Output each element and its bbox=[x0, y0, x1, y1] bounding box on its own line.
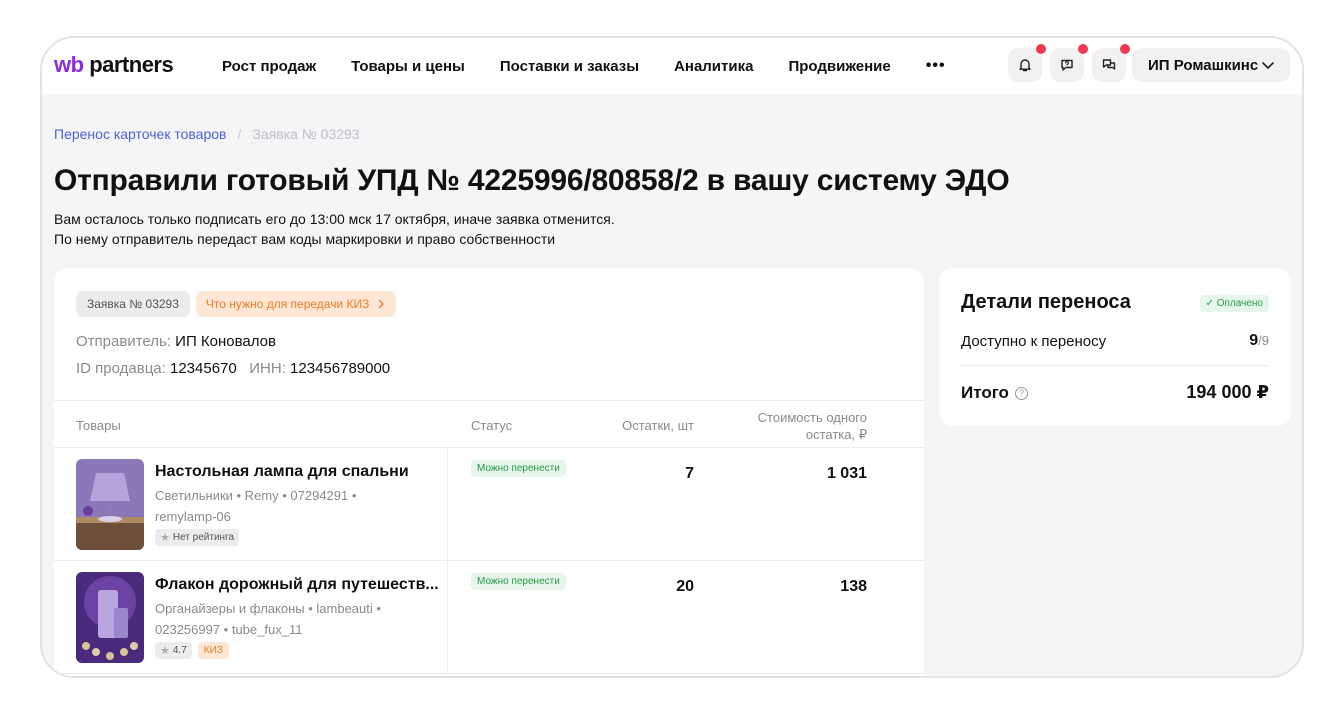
total-label-wrap: Итого? bbox=[961, 383, 1028, 403]
total-value: 194 000 ₽ bbox=[1186, 382, 1269, 402]
star-icon: ★ bbox=[160, 532, 170, 544]
account-switcher[interactable]: ИП Ромашкинс bbox=[1132, 48, 1290, 82]
seller-id-value: 12345670 bbox=[169, 360, 237, 377]
page-title: Отправили готовый УПД № 4225996/80858/2 … bbox=[54, 164, 1010, 197]
main-nav: Рост продаж Товары и цены Поставки и зак… bbox=[222, 38, 946, 94]
seller-id-label: ID продавца: bbox=[76, 360, 166, 377]
breadcrumb-separator: / bbox=[237, 126, 242, 142]
kiz-badge: КИЗ bbox=[197, 642, 229, 659]
status-badge: Можно перенести bbox=[471, 460, 566, 477]
column-divider bbox=[447, 448, 448, 560]
rating-value: Нет рейтинга bbox=[172, 532, 235, 543]
nav-item-sales-growth[interactable]: Рост продаж bbox=[222, 58, 316, 75]
sender-info: Отправитель: ИП Коновалов bbox=[76, 333, 276, 350]
app-window: wb partners Рост продаж Товары и цены По… bbox=[40, 36, 1304, 678]
wb-partners-logo[interactable]: wb partners bbox=[54, 52, 174, 78]
account-name: ИП Ромашкинс bbox=[1148, 56, 1259, 74]
request-number-chip: Заявка № 03293 bbox=[76, 291, 190, 317]
column-divider bbox=[447, 561, 448, 673]
available-value: 9/9 bbox=[1249, 332, 1269, 350]
product-meta: Светильники • Remy • 07294291 • remylamp… bbox=[155, 485, 385, 527]
column-cost-line1: Стоимость одного bbox=[757, 410, 867, 425]
notification-dot bbox=[1078, 44, 1088, 54]
notification-dot bbox=[1120, 44, 1130, 54]
star-icon: ★ bbox=[160, 645, 170, 657]
column-status: Статус bbox=[471, 418, 513, 433]
product-meta-line2: remylamp-06 bbox=[155, 509, 231, 524]
table-row[interactable]: Флакон дорожный для путешеств... Органай… bbox=[54, 561, 924, 674]
kiz-info-label: Что нужно для передачи КИЗ bbox=[205, 297, 370, 311]
page-subtitle: Вам осталось только подписать его до 13:… bbox=[54, 209, 615, 249]
divider bbox=[961, 365, 1269, 366]
subtitle-line-codes: По нему отправитель передаст вам коды ма… bbox=[54, 231, 556, 247]
chat-button[interactable] bbox=[1092, 44, 1130, 82]
table-row[interactable]: Настольная лампа для спальни Светильники… bbox=[54, 448, 924, 561]
notification-dot bbox=[1036, 44, 1046, 54]
transfer-details-card: Детали переноса ✓ Оплачено Доступно к пе… bbox=[939, 268, 1291, 426]
table-header: Товары Статус Остатки, шт Стоимость одно… bbox=[54, 400, 924, 448]
column-cost-line2: остатка, ₽ bbox=[805, 427, 867, 442]
support-icon bbox=[1061, 59, 1073, 71]
breadcrumb-current: Заявка № 03293 bbox=[252, 126, 360, 142]
product-image-lamp[interactable] bbox=[76, 459, 144, 550]
product-name[interactable]: Флакон дорожный для путешеств... bbox=[155, 576, 439, 594]
more-menu-button[interactable]: ••• bbox=[926, 57, 946, 75]
nav-item-supplies-orders[interactable]: Поставки и заказы bbox=[500, 58, 639, 75]
column-cost: Стоимость одного остатка, ₽ bbox=[758, 409, 867, 443]
bell-icon bbox=[1019, 59, 1031, 72]
inn-label: ИНН: bbox=[249, 360, 286, 377]
help-icon[interactable]: ? bbox=[1014, 386, 1028, 400]
product-meta: Органайзеры и флаконы • lambeauti • 0232… bbox=[155, 598, 385, 640]
rating-badge: ★ Нет рейтинга bbox=[155, 529, 240, 546]
support-button[interactable] bbox=[1050, 44, 1088, 82]
cost-value: 1 031 bbox=[826, 465, 867, 482]
available-total: /9 bbox=[1258, 333, 1269, 348]
product-meta-line2: 023256997 • tube_fux_11 bbox=[155, 622, 303, 637]
top-header: wb partners Рост продаж Товары и цены По… bbox=[42, 38, 1302, 94]
nav-item-goods-prices[interactable]: Товары и цены bbox=[351, 58, 465, 75]
details-title: Детали переноса bbox=[961, 291, 1131, 313]
available-count: 9 bbox=[1249, 332, 1259, 349]
inn-value: 123456789000 bbox=[290, 360, 391, 377]
sender-value: ИП Коновалов bbox=[175, 333, 276, 350]
breadcrumb: Перенос карточек товаров / Заявка № 03293 bbox=[54, 126, 360, 142]
product-meta-line1: Светильники • Remy • 07294291 • bbox=[155, 488, 357, 503]
request-card: Заявка № 03293 Что нужно для передачи КИ… bbox=[54, 268, 924, 676]
stock-value: 20 bbox=[676, 578, 694, 595]
subtitle-line-deadline: Вам осталось только подписать его до 13:… bbox=[54, 211, 615, 227]
paid-status-badge: ✓ Оплачено bbox=[1199, 295, 1269, 312]
product-tags: ★ Нет рейтинга bbox=[155, 529, 240, 546]
product-image-bottle[interactable] bbox=[76, 572, 144, 663]
status-badge: Можно перенести bbox=[471, 573, 566, 590]
available-label: Доступно к переносу bbox=[961, 333, 1107, 350]
breadcrumb-link-transfer[interactable]: Перенос карточек товаров bbox=[54, 126, 226, 142]
stock-value: 7 bbox=[685, 465, 694, 482]
rating-value: 4.7 bbox=[172, 645, 187, 656]
product-name[interactable]: Настольная лампа для спальни bbox=[155, 463, 409, 481]
nav-item-promotion[interactable]: Продвижение bbox=[788, 58, 890, 75]
kiz-info-chip[interactable]: Что нужно для передачи КИЗ bbox=[195, 291, 397, 317]
sender-label: Отправитель: bbox=[76, 333, 171, 350]
cost-value: 138 bbox=[840, 578, 867, 595]
request-chips: Заявка № 03293 Что нужно для передачи КИ… bbox=[76, 291, 397, 317]
total-label: Итого bbox=[961, 383, 1009, 402]
chat-icon bbox=[1102, 59, 1116, 70]
notifications-button[interactable] bbox=[1008, 44, 1046, 82]
chevron-right-icon bbox=[379, 299, 385, 309]
column-goods: Товары bbox=[76, 418, 121, 433]
rating-badge: ★ 4.7 bbox=[155, 642, 192, 659]
nav-item-analytics[interactable]: Аналитика bbox=[674, 58, 753, 75]
chevron-down-icon bbox=[1262, 62, 1274, 69]
seller-ids: ID продавца: 12345670 ИНН: 123456789000 bbox=[76, 360, 390, 377]
product-tags: ★ 4.7 КИЗ bbox=[155, 642, 229, 659]
column-stock: Остатки, шт bbox=[622, 418, 694, 433]
product-meta-line1: Органайзеры и флаконы • lambeauti • bbox=[155, 601, 381, 616]
